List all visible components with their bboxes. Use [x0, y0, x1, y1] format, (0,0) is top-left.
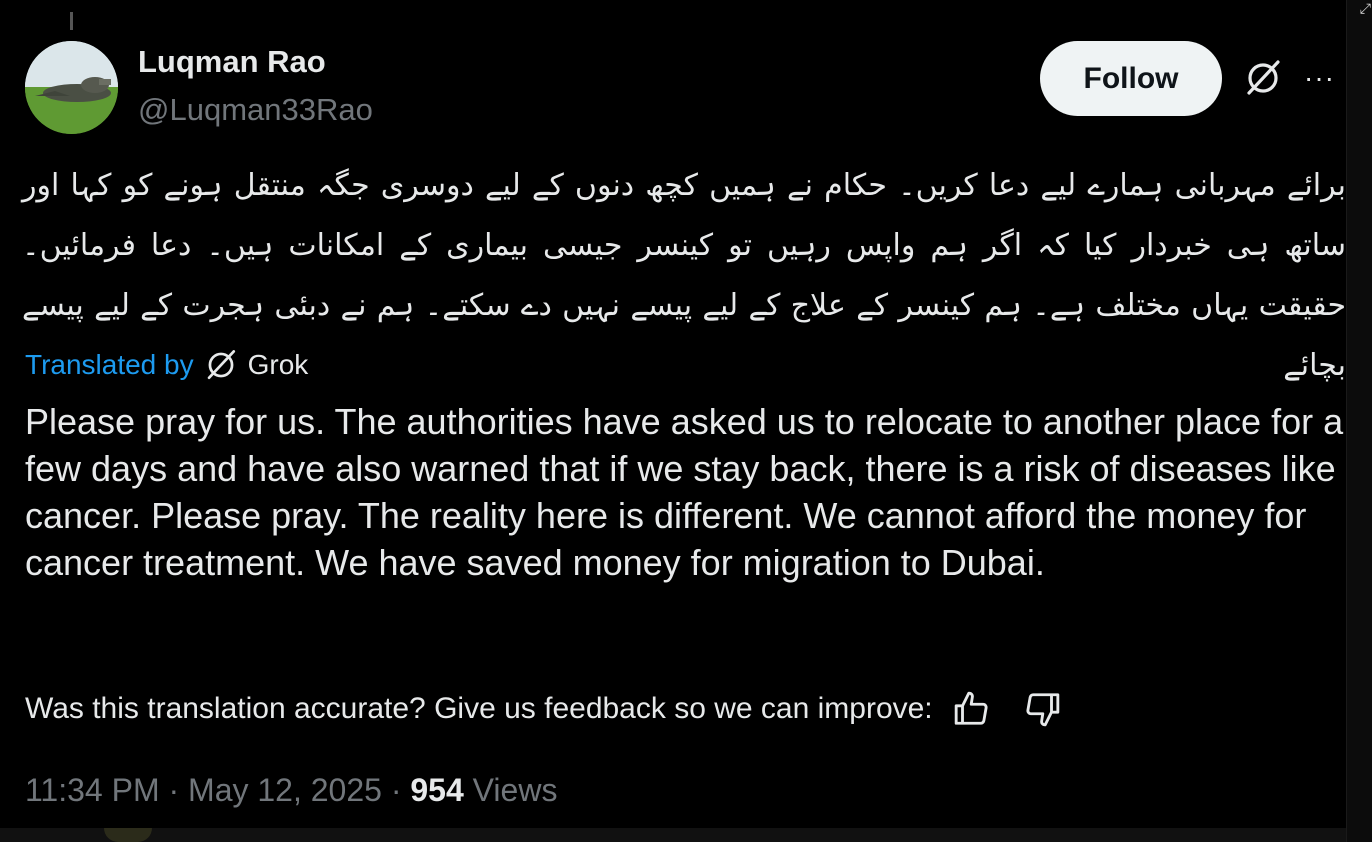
thumbs-up-icon[interactable]: [953, 690, 991, 728]
translator-name: Grok: [247, 349, 309, 380]
meta-separator: ·: [390, 772, 402, 808]
feedback-prompt: Was this translation accurate? Give us f…: [25, 692, 933, 725]
scroll-marker: [70, 12, 73, 30]
post-detail: Luqman Rao @Luqman33Rao Follow ··· برائے…: [0, 0, 1346, 828]
translation-feedback: Was this translation accurate? Give us f…: [25, 690, 1061, 728]
background-page-edge: ⤢: [1346, 0, 1372, 842]
avatar[interactable]: [25, 41, 118, 134]
views-label: Views: [472, 772, 558, 808]
author-name[interactable]: Luqman Rao: [138, 44, 326, 80]
thumbs-down-icon[interactable]: [1023, 690, 1061, 728]
translated-by-label[interactable]: Translated by: [25, 349, 194, 381]
more-icon[interactable]: ···: [1304, 62, 1335, 94]
post-date[interactable]: May 12, 2025: [188, 772, 382, 808]
translation-attribution: Translated by Grok: [25, 348, 308, 382]
post-metadata: 11:34 PM · May 12, 2025 · 954 Views: [25, 772, 557, 809]
author-handle[interactable]: @Luqman33Rao: [138, 92, 373, 128]
grok-icon: [207, 350, 235, 380]
views-count[interactable]: 954: [410, 772, 463, 808]
post-time[interactable]: 11:34 PM: [25, 772, 160, 808]
meta-separator: ·: [168, 772, 180, 808]
post-translation: Please pray for us. The authorities have…: [25, 401, 1344, 583]
avatar-image: [25, 41, 118, 134]
resize-icon: ⤢: [1359, 0, 1371, 16]
background-page-edge-bottom: [0, 828, 1346, 842]
background-avatar: [104, 828, 152, 842]
follow-button[interactable]: Follow: [1040, 41, 1222, 116]
grok-icon[interactable]: [1243, 58, 1283, 98]
